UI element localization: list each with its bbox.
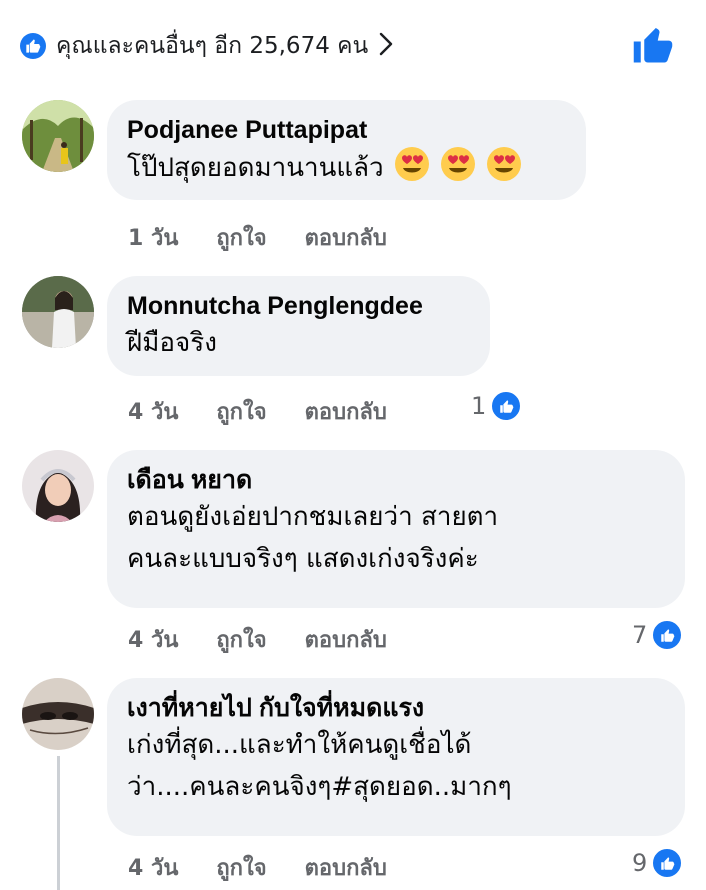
comment-text: ฝีมือจริง	[127, 328, 217, 358]
heart-eyes-icon	[487, 147, 522, 181]
comment-text-line: เก่งที่สุด...และทำให้คนดูเชื่อได้	[127, 730, 472, 760]
reply-button[interactable]: ตอบกลับ	[305, 394, 387, 429]
comment-text-line: โป๊ปสุดยอดมานานแล้ว	[127, 153, 384, 183]
comment-time[interactable]: 4 วัน	[128, 394, 178, 429]
reply-button[interactable]: ตอบกลับ	[305, 850, 387, 885]
comment-text-line: คนละแบบจริงๆ แสดงเก่งจริงค่ะ	[127, 544, 479, 574]
like-reaction-icon	[651, 619, 684, 651]
reaction-count-number: 7	[632, 621, 648, 649]
likes-summary-link[interactable]: คุณและคนอื่นๆ อีก 25,674 คน	[20, 28, 394, 64]
reaction-count[interactable]: 9	[632, 847, 684, 879]
comment-text-line: ตอนดูยังเอ่ยปากชมเลยว่า สายตา	[127, 502, 499, 532]
comment-time[interactable]: 4 วัน	[128, 622, 178, 657]
reaction-count[interactable]: 1	[471, 390, 523, 422]
reaction-count-number: 1	[471, 392, 487, 420]
chevron-right-icon	[378, 31, 394, 61]
like-button[interactable]	[632, 24, 674, 66]
comment-bubble: Monnutcha Penglengdee ฝีมือจริง	[107, 276, 490, 376]
reply-button[interactable]: ตอบกลับ	[305, 220, 387, 255]
comment-actions: 1 วัน ถูกใจ ตอบกลับ	[128, 220, 425, 255]
reaction-count[interactable]: 7	[632, 619, 684, 651]
heart-eyes-icon	[394, 147, 429, 181]
comment-time[interactable]: 1 วัน	[128, 220, 178, 255]
reply-button[interactable]: ตอบกลับ	[305, 622, 387, 657]
comment-time[interactable]: 4 วัน	[128, 850, 178, 885]
avatar[interactable]	[22, 450, 94, 522]
reply-thread-line	[57, 756, 60, 890]
comment-bubble: Podjanee Puttapipat โป๊ปสุดยอดมานานแล้ว	[107, 100, 586, 200]
like-reaction-icon	[490, 390, 523, 422]
comment-bubble: เงาที่หายไป กับใจที่หมดแรง เก่งที่สุด...…	[107, 678, 685, 836]
avatar[interactable]	[22, 100, 94, 172]
comment-text: โป๊ปสุดยอดมานานแล้ว	[127, 146, 566, 189]
comment-actions: 4 วัน ถูกใจ ตอบกลับ	[128, 394, 425, 429]
comment-author[interactable]: เงาที่หายไป กับใจที่หมดแรง	[127, 692, 665, 724]
like-comment-button[interactable]: ถูกใจ	[216, 394, 266, 429]
reactions-header: คุณและคนอื่นๆ อีก 25,674 คน	[0, 0, 706, 86]
like-reaction-icon	[651, 847, 684, 879]
like-reaction-icon	[20, 33, 46, 59]
comment-text-line: ว่า....คนละคนจิงๆ#สุดยอด..มากๆ	[127, 772, 512, 802]
avatar[interactable]	[22, 678, 94, 750]
comment-actions: 4 วัน ถูกใจ ตอบกลับ	[128, 622, 425, 657]
comment-author[interactable]: Monnutcha Penglengdee	[127, 290, 470, 322]
avatar[interactable]	[22, 276, 94, 348]
heart-eyes-icon	[441, 147, 476, 181]
comment-author[interactable]: Podjanee Puttapipat	[127, 114, 566, 146]
comment-bubble: เดือน หยาด ตอนดูยังเอ่ยปากชมเลยว่า สายตา…	[107, 450, 685, 608]
like-comment-button[interactable]: ถูกใจ	[216, 850, 266, 885]
comment-actions: 4 วัน ถูกใจ ตอบกลับ	[128, 850, 425, 885]
heart-eyes-emoji-group	[384, 147, 523, 183]
thumbs-up-icon	[633, 28, 673, 63]
like-comment-button[interactable]: ถูกใจ	[216, 622, 266, 657]
likes-summary-text: คุณและคนอื่นๆ อีก 25,674 คน	[56, 33, 369, 59]
comment-author[interactable]: เดือน หยาด	[127, 464, 665, 496]
reaction-count-number: 9	[632, 849, 648, 877]
like-comment-button[interactable]: ถูกใจ	[216, 220, 266, 255]
